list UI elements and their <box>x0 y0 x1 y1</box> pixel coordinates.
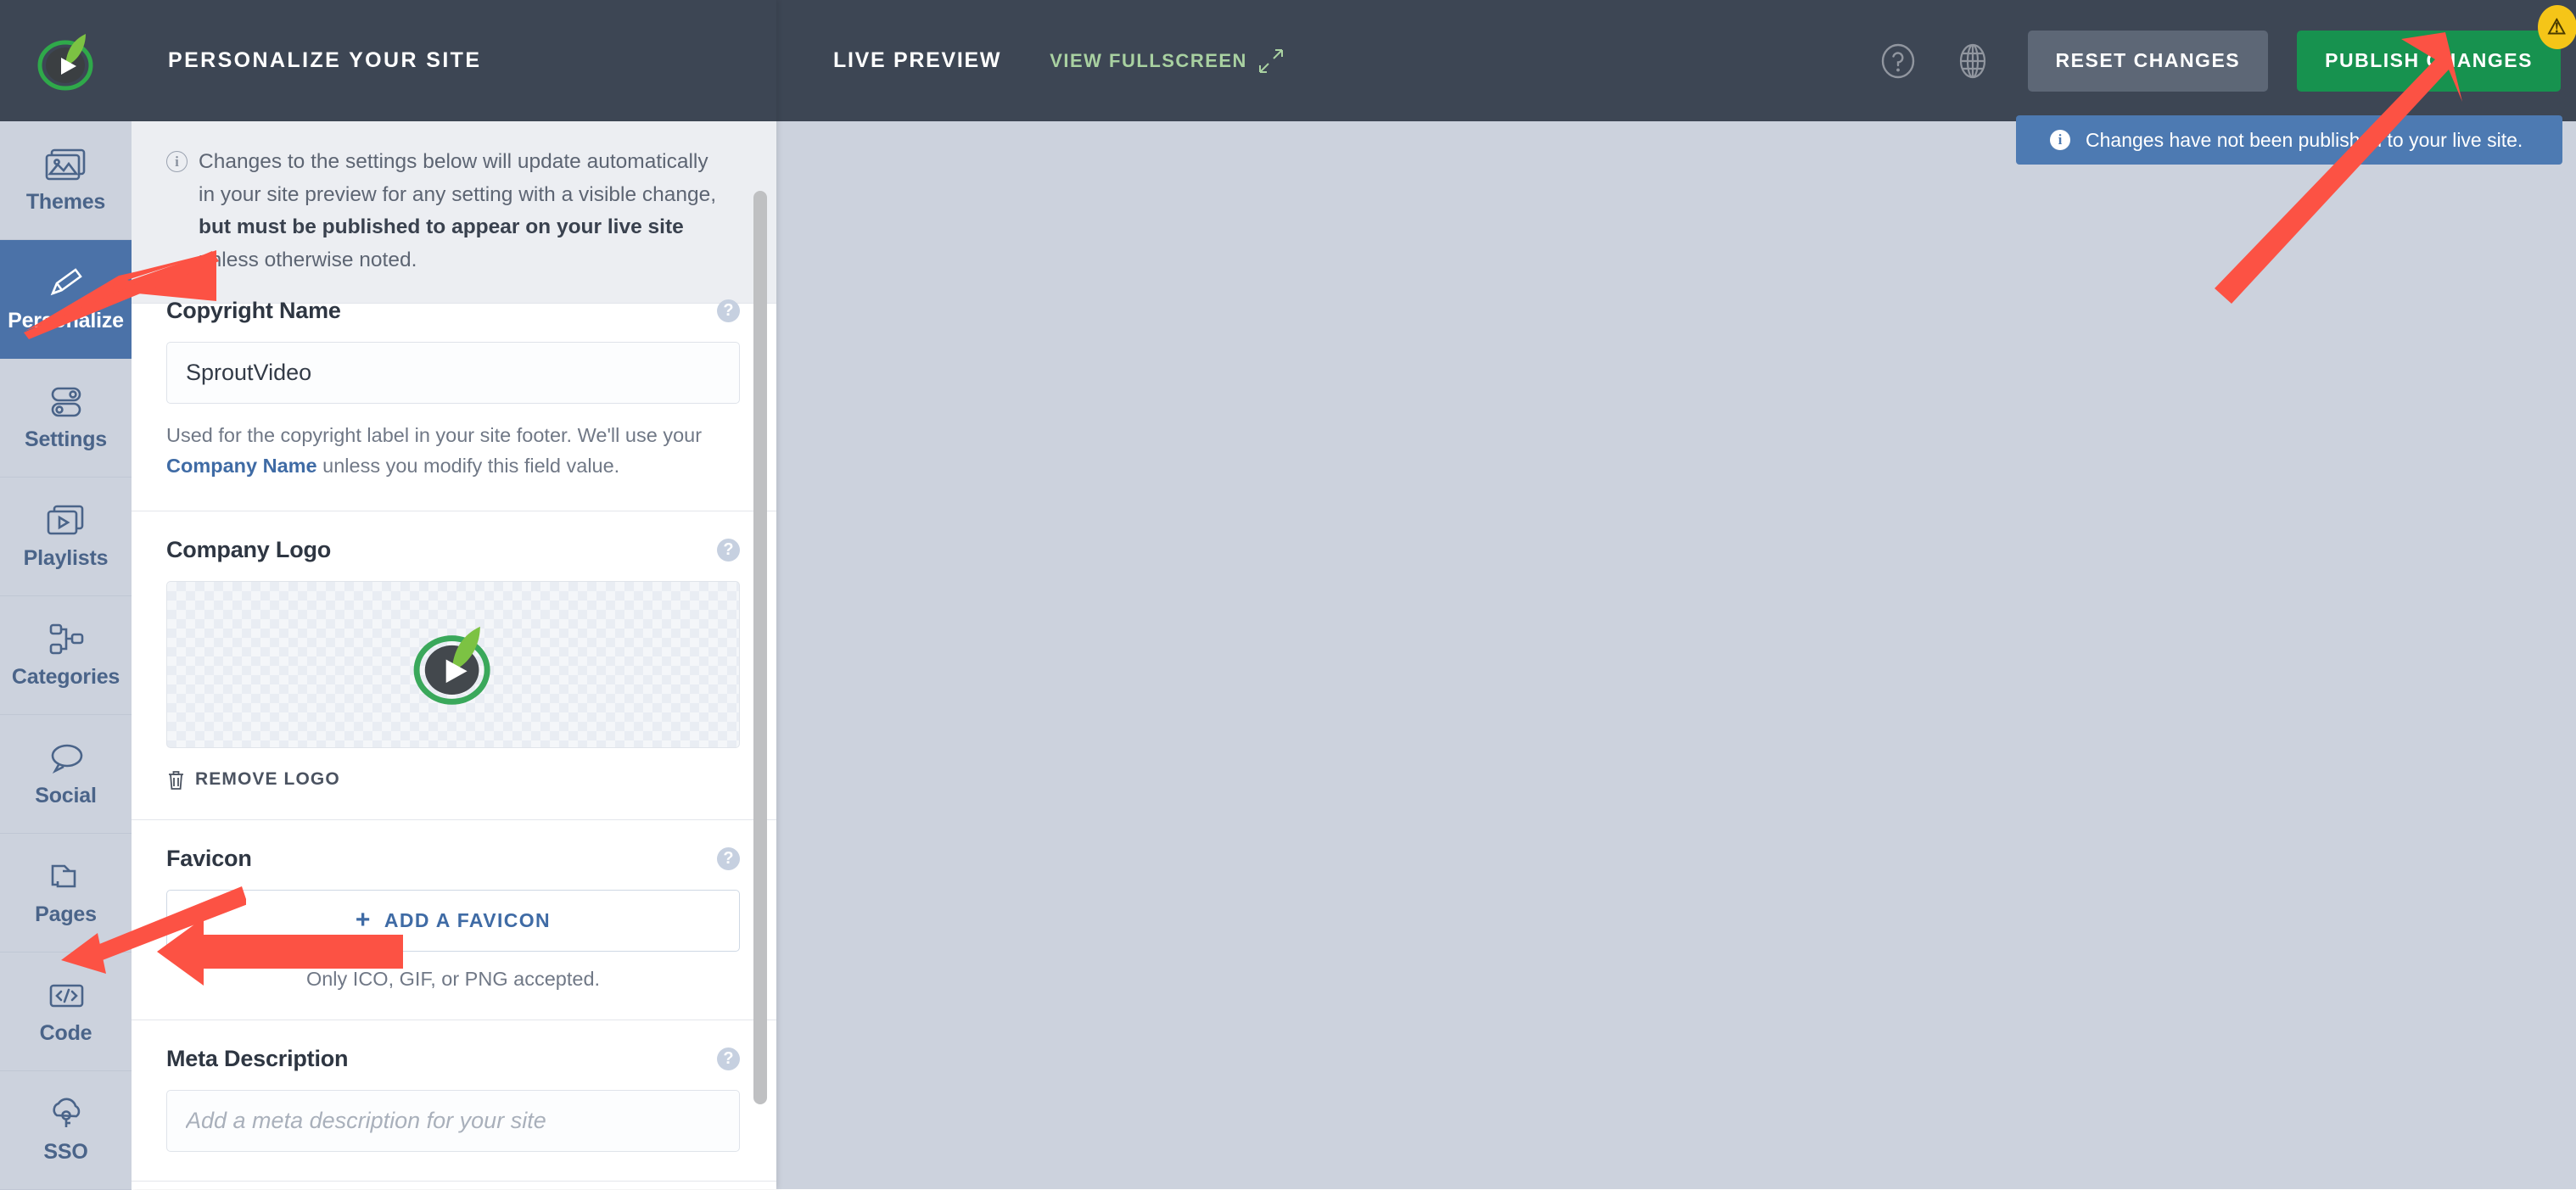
sidebar-item-themes[interactable]: Themes <box>0 121 132 240</box>
sidebar-item-categories[interactable]: Categories <box>0 596 132 715</box>
company-logo-label: Company Logo <box>166 537 331 563</box>
question-mark-icon[interactable]: ? <box>717 1048 740 1070</box>
left-icon-rail: Themes Personalize Settings Playlists Ca… <box>0 0 132 1189</box>
sidebar-item-label: Personalize <box>8 309 124 333</box>
meta-description-label: Meta Description <box>166 1046 348 1072</box>
reset-changes-label: RESET CHANGES <box>2056 49 2241 72</box>
expand-arrows-icon <box>1258 48 1284 74</box>
topbar-actions: RESET CHANGES PUBLISH CHANGES ⚠ <box>1879 31 2576 92</box>
question-mark-icon[interactable]: ? <box>717 847 740 870</box>
sidebar-item-label: Pages <box>35 902 97 927</box>
sidebar-item-social[interactable]: Social <box>0 715 132 834</box>
helper-pre: Used for the copyright label in your sit… <box>166 424 702 446</box>
preview-backdrop <box>776 121 2576 1189</box>
helper-post: unless you modify this field value. <box>317 455 620 477</box>
copyright-name-helper: Used for the copyright label in your sit… <box>166 420 740 482</box>
trash-icon <box>166 769 186 791</box>
question-circle-icon[interactable] <box>1879 42 1918 81</box>
info-icon: i <box>2050 130 2070 150</box>
question-mark-icon[interactable]: ? <box>717 539 740 561</box>
sidebar-item-settings[interactable]: Settings <box>0 359 132 478</box>
sidebar-item-sso[interactable]: SSO <box>0 1071 132 1190</box>
panel-scrollbar-track[interactable] <box>753 191 767 1104</box>
section-header: Company Logo ? <box>166 537 740 563</box>
live-preview-label: LIVE PREVIEW <box>833 48 1001 73</box>
reset-changes-button[interactable]: RESET CHANGES <box>2028 31 2269 92</box>
question-mark-icon[interactable]: ? <box>717 299 740 322</box>
favicon-label: Favicon <box>166 846 252 872</box>
personalize-settings-panel: PERSONALIZE YOUR SITE i Changes to the s… <box>132 0 776 1189</box>
unpublished-changes-toast: i Changes have not been published to you… <box>2016 115 2562 165</box>
panel-scrollbar-thumb[interactable] <box>753 191 767 1104</box>
info-icon: i <box>166 151 188 172</box>
publish-changes-label: PUBLISH CHANGES <box>2325 49 2533 72</box>
copyright-name-input[interactable] <box>166 342 740 404</box>
section-header: Copyright Name ? <box>166 298 740 324</box>
panel-header: PERSONALIZE YOUR SITE <box>132 0 776 121</box>
plus-icon: + <box>356 908 372 933</box>
notice-part1: Changes to the settings below will updat… <box>199 150 716 206</box>
publish-changes-button[interactable]: PUBLISH CHANGES ⚠ <box>2297 31 2561 92</box>
panel-scroll-area[interactable]: Copyright Name ? Used for the copyright … <box>132 272 776 1189</box>
remove-logo-button[interactable]: REMOVE LOGO <box>166 769 740 791</box>
section-copyright-name: Copyright Name ? Used for the copyright … <box>132 272 776 511</box>
company-name-link[interactable]: Company Name <box>166 455 317 477</box>
meta-description-input[interactable] <box>166 1090 740 1152</box>
notice-part2: unless otherwise noted. <box>199 249 417 271</box>
view-fullscreen-link[interactable]: VIEW FULLSCREEN <box>1050 48 1284 74</box>
sproutvideo-logo-icon <box>407 618 499 710</box>
favicon-note: Only ICO, GIF, or PNG accepted. <box>166 968 740 991</box>
panel-notice-text: Changes to the settings below will updat… <box>199 146 725 277</box>
section-header: Meta Description ? <box>166 1046 740 1072</box>
preview-topbar: LIVE PREVIEW VIEW FULLSCREEN RESET CHANG… <box>776 0 2576 121</box>
sidebar-item-pages[interactable]: Pages <box>0 834 132 953</box>
globe-icon[interactable] <box>1953 42 1992 81</box>
section-company-logo: Company Logo ? REMOVE LOGO <box>132 511 776 820</box>
sidebar-item-playlists[interactable]: Playlists <box>0 478 132 596</box>
section-meta-description: Meta Description ? <box>132 1020 776 1182</box>
warning-triangle-icon: ⚠ <box>2538 5 2576 49</box>
remove-logo-label: REMOVE LOGO <box>195 769 340 790</box>
copyright-name-label: Copyright Name <box>166 298 341 324</box>
sidebar-item-label: Playlists <box>24 546 109 571</box>
company-logo-preview[interactable] <box>166 581 740 748</box>
sidebar-item-label: Settings <box>25 427 107 452</box>
notice-bold: but must be published to appear on your … <box>199 215 684 238</box>
sidebar-item-personalize[interactable]: Personalize <box>0 240 132 359</box>
view-fullscreen-label: VIEW FULLSCREEN <box>1050 50 1247 72</box>
section-favicon: Favicon ? + ADD A FAVICON Only ICO, GIF,… <box>132 820 776 1020</box>
add-favicon-label: ADD A FAVICON <box>384 909 551 932</box>
sproutvideo-logo-icon[interactable] <box>0 0 132 121</box>
sidebar-item-label: Themes <box>26 190 105 215</box>
page-title: PERSONALIZE YOUR SITE <box>168 48 481 73</box>
toast-message: Changes have not been published to your … <box>2086 129 2523 152</box>
sidebar-item-code[interactable]: Code <box>0 953 132 1071</box>
sidebar-item-label: Categories <box>12 665 120 690</box>
section-header: Favicon ? <box>166 846 740 872</box>
add-favicon-button[interactable]: + ADD A FAVICON <box>166 890 740 952</box>
sidebar-item-label: SSO <box>43 1140 87 1165</box>
sidebar-item-label: Code <box>40 1021 92 1046</box>
sidebar-item-label: Social <box>35 784 96 808</box>
